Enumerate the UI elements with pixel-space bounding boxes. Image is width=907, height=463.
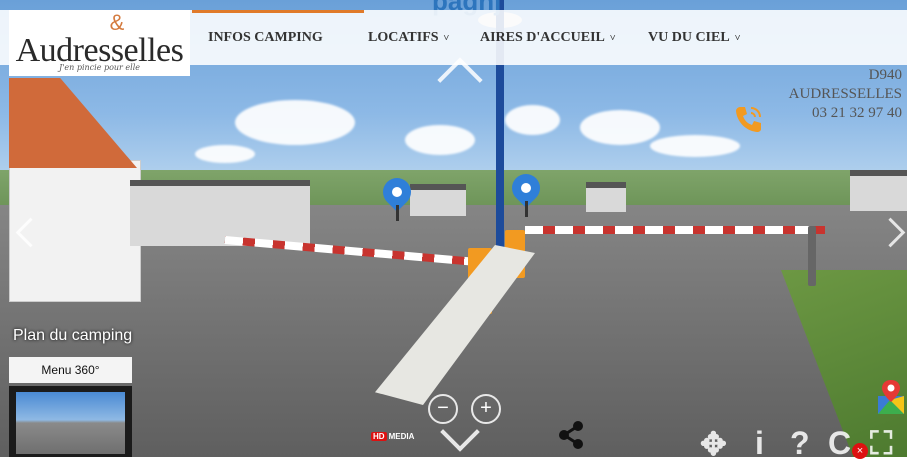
hd-tag: HD xyxy=(371,432,387,441)
help-icon[interactable]: ? xyxy=(790,425,810,462)
cloud xyxy=(505,105,560,135)
nav-label: VU DU CIEL xyxy=(648,30,730,45)
cloud xyxy=(580,110,660,145)
pin-stem xyxy=(396,205,399,221)
cloud xyxy=(405,125,475,155)
logo-tagline: J'en pincie pour elle xyxy=(58,63,141,72)
chevron-down-icon: ˅ xyxy=(443,33,450,44)
thumbnail-panel[interactable] xyxy=(9,386,132,457)
pin-stem xyxy=(525,201,528,217)
fullscreen-icon[interactable]: ⛶ xyxy=(870,425,892,463)
info-icon[interactable]: i xyxy=(755,425,764,462)
address-block: D940 AUDRESSELLES 03 21 32 97 40 xyxy=(789,66,902,123)
site-logo[interactable]: & Audresselles J'en pincie pour elle xyxy=(9,10,190,76)
hd-brand: MEDIA xyxy=(388,432,415,441)
map-icon[interactable] xyxy=(876,378,906,418)
chevron-down-icon: ˅ xyxy=(734,33,741,44)
barrier-post xyxy=(808,226,816,286)
nav-vu-du-ciel[interactable]: VU DU CIEL ˅ xyxy=(648,30,740,46)
nav-aires-accueil[interactable]: AIRES D'ACCUEIL ˅ xyxy=(480,30,616,46)
zoom-out-button[interactable]: − xyxy=(428,394,458,424)
nav-locatifs[interactable]: LOCATIFS ˅ xyxy=(368,30,449,46)
address-phone[interactable]: 03 21 32 97 40 xyxy=(789,104,902,123)
nav-infos-camping[interactable]: INFOS CAMPING xyxy=(208,30,323,46)
barrier-right xyxy=(525,226,825,234)
mobile-home xyxy=(130,180,310,246)
chevron-down-icon: ˅ xyxy=(609,33,616,44)
hd-media-logo: HD MEDIA xyxy=(371,432,414,441)
address-road: D940 xyxy=(868,67,902,83)
mobile-home xyxy=(410,184,466,216)
phone-icon[interactable] xyxy=(734,104,762,134)
rotate-icon[interactable]: C xyxy=(828,425,851,462)
share-icon[interactable] xyxy=(556,420,586,450)
mobile-home xyxy=(850,170,907,211)
nav-label: INFOS CAMPING xyxy=(208,30,323,45)
nav-label: AIRES D'ACCUEIL xyxy=(480,30,605,45)
mobile-home xyxy=(586,182,626,212)
cloud xyxy=(195,145,255,163)
thumbnail-image[interactable] xyxy=(16,392,125,454)
cloud xyxy=(650,135,740,157)
cloud xyxy=(235,100,355,145)
roof xyxy=(9,78,137,168)
move-icon[interactable]: ✥ xyxy=(700,425,727,463)
zoom-in-button[interactable]: + xyxy=(471,394,501,424)
navbar-active-indicator xyxy=(192,10,364,13)
address-town: AUDRESSELLES xyxy=(788,86,902,102)
nav-label: LOCATIFS xyxy=(368,30,439,45)
plan-label: Plan du camping xyxy=(13,327,133,344)
menu-360-button[interactable]: Menu 360° xyxy=(9,357,132,383)
